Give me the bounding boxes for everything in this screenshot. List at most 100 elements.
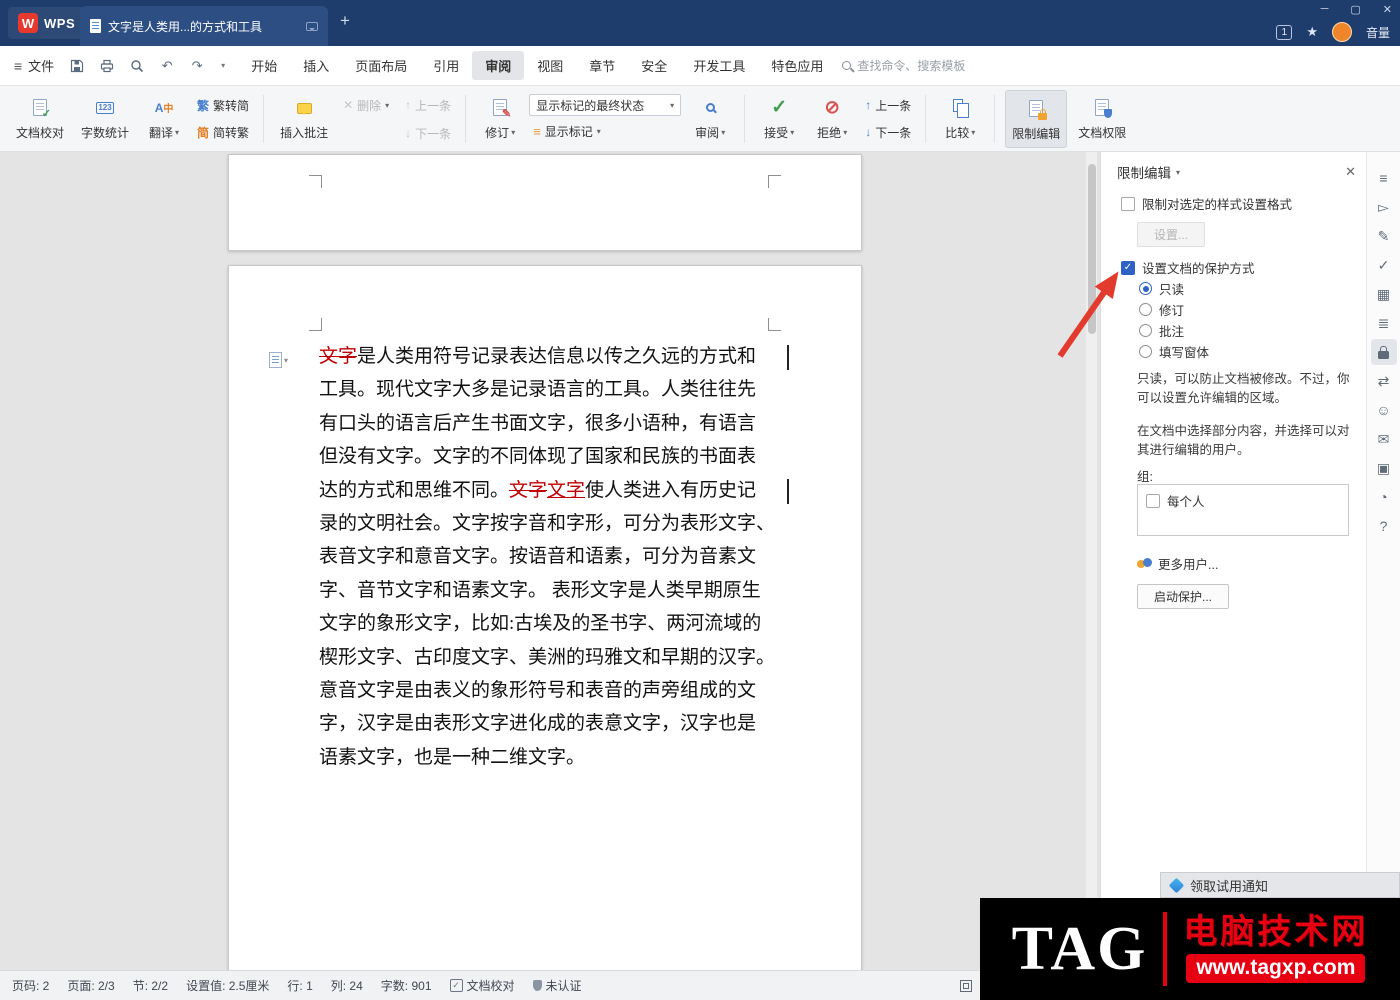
protect-checkbox-row[interactable]: ✓ 设置文档的保护方式 (1121, 258, 1255, 277)
sync-arrows-icon[interactable]: ⇄ (1371, 368, 1397, 394)
status-page-number[interactable]: 页码: 2 (12, 977, 49, 994)
protect-mode-revision[interactable]: 修订 (1139, 299, 1209, 320)
radio-readonly[interactable] (1139, 282, 1152, 295)
wps-logo[interactable]: W WPS (8, 7, 86, 39)
everyone-checkbox[interactable] (1146, 493, 1160, 508)
print-preview-icon[interactable] (128, 57, 146, 75)
radio-fill-form[interactable] (1139, 345, 1152, 358)
markup-state-select[interactable]: 显示标记的最终状态 ▾ (529, 94, 682, 116)
status-column[interactable]: 列: 24 (331, 977, 363, 994)
restrict-format-checkbox-row[interactable]: 限制对选定的样式设置格式 (1121, 194, 1292, 213)
menu-tab-page-layout[interactable]: 页面布局 (342, 51, 420, 80)
menu-tab-insert[interactable]: 插入 (290, 51, 342, 80)
save-icon[interactable] (68, 57, 86, 75)
minimize-icon[interactable]: ─ (1321, 3, 1329, 16)
search-input[interactable] (857, 58, 988, 73)
next-change-button[interactable]: ↓ 下一条 (861, 121, 915, 144)
select-cursor-icon[interactable]: ▻ (1371, 194, 1397, 220)
trad-to-simp-button[interactable]: 繁繁转简 (193, 94, 253, 117)
status-word-count[interactable]: 字数: 901 (381, 977, 432, 994)
delete-comment-button[interactable]: ✕ 删除 ▾ (339, 94, 393, 117)
file-menu-button[interactable]: ≡ 文件 (0, 46, 68, 85)
restrict-editing-button[interactable]: 限制编辑 (1005, 89, 1068, 148)
star-icon[interactable]: ★ (1306, 24, 1318, 40)
accept-button[interactable]: ✓ 接受 ▾ (755, 90, 803, 148)
more-users-link[interactable]: 更多用户... (1137, 554, 1218, 573)
radio-comment[interactable] (1139, 324, 1152, 337)
protect-mode-readonly[interactable]: 只读 (1139, 278, 1209, 299)
track-changes-button[interactable]: ✎ 修订 ▾ (476, 90, 524, 148)
edit-pen-icon[interactable]: ✎ (1371, 223, 1397, 249)
restrict-format-checkbox[interactable] (1121, 196, 1135, 211)
close-icon[interactable]: ✕ (1383, 3, 1392, 16)
redo-icon[interactable]: ↷ (188, 57, 206, 75)
site-watermark: TAG 电脑技术网 www.tagxp.com (980, 898, 1400, 1000)
next-comment-button[interactable]: ↓ 下一条 (401, 122, 455, 145)
lock-protect-icon[interactable] (1370, 339, 1397, 365)
image-tool-icon[interactable]: ▣ (1371, 455, 1397, 481)
protect-mode-comment[interactable]: 批注 (1139, 320, 1209, 341)
menu-tab-section[interactable]: 章节 (576, 51, 628, 80)
review-button[interactable]: 审阅 ▾ (686, 90, 734, 148)
menu-tab-dev-tools[interactable]: 开发工具 (680, 51, 758, 80)
prev-comment-button[interactable]: ↑ 上一条 (401, 94, 455, 117)
proofread-icon[interactable]: ✓ (1371, 252, 1397, 278)
word-count-button[interactable]: 123 字数统计 (75, 90, 135, 148)
radio-revision[interactable] (1139, 303, 1152, 316)
paragraph-tool-icon[interactable]: ≣ (1371, 310, 1397, 336)
doc-count-badge[interactable]: 1 (1276, 24, 1293, 40)
track-changes-icon: ✎ (493, 95, 511, 121)
search-box[interactable] (842, 58, 988, 73)
mail-icon[interactable]: ✉ (1371, 426, 1397, 452)
status-page-count[interactable]: 页面: 2/3 (67, 977, 114, 994)
show-markup-button[interactable]: ≡ 显示标记 ▾ (529, 120, 681, 143)
user-avatar[interactable] (1331, 22, 1352, 42)
reject-button[interactable]: ⊘ 拒绝 ▾ (808, 90, 856, 148)
restore-icon[interactable]: ▢ (1350, 3, 1360, 16)
quickbar-caret-icon[interactable]: ▾ (218, 57, 228, 75)
print-icon[interactable] (98, 57, 116, 75)
revision-indicator-icon[interactable]: ▾ (269, 352, 288, 368)
help-circle-icon[interactable]: ? (1371, 513, 1397, 539)
menu-tab-security[interactable]: 安全 (628, 51, 680, 80)
menu-tab-view[interactable]: 视图 (524, 51, 576, 80)
accept-check-icon: ✓ (771, 97, 788, 118)
status-not-certified[interactable]: 未认证 (532, 977, 582, 994)
start-protection-button[interactable]: 启动保护... (1137, 584, 1230, 609)
new-tab-button[interactable]: + (340, 12, 350, 29)
table-tool-icon[interactable]: ▦ (1371, 281, 1397, 307)
undo-icon[interactable]: ↶ (158, 57, 176, 75)
format-settings-button[interactable]: 设置... (1137, 222, 1206, 247)
doc-proof-button[interactable]: ✓ 文档校对 (10, 90, 70, 148)
fullscreen-icon[interactable] (960, 980, 972, 992)
contacts-icon[interactable]: ☺ (1371, 397, 1397, 423)
document-text[interactable]: 文字是人类用符号记录表达信息以传之久远的方式和 工具。现代文字大多是记录语言的工具… (319, 340, 797, 774)
status-section[interactable]: 节: 2/2 (133, 977, 168, 994)
document-tab[interactable]: 文字是人类用...的方式和工具 (80, 6, 328, 46)
document-area[interactable]: ▾ 文字是人类用符号记录表达信息以传之久远的方式和 工具。现代文字大多是记录语言的… (0, 152, 1100, 970)
doc-permission-button[interactable]: 文档权限 (1072, 90, 1132, 148)
doc-line: 楔形文字、古印度文字、美洲的玛雅文和早期的汉字。 (319, 641, 797, 674)
insert-comment-button[interactable]: 插入批注 (274, 90, 334, 148)
compare-button[interactable]: 比较 ▾ (936, 90, 984, 148)
menu-tab-special-apps[interactable]: 特色应用 (758, 51, 836, 80)
everyone-checkbox-row[interactable]: 每个人 (1138, 485, 1348, 516)
wps-logo-text: WPS (44, 15, 76, 31)
doc-line: 有口头的语言后产生书面文字，很多小语种，有语言 (319, 407, 797, 440)
panel-close-icon[interactable]: ✕ (1345, 164, 1356, 180)
trial-notification[interactable]: 领取试用通知 (1160, 872, 1400, 898)
status-line[interactable]: 行: 1 (287, 977, 312, 994)
status-setting-value[interactable]: 设置值: 2.5厘米 (186, 977, 269, 994)
prev-change-button[interactable]: ↑ 上一条 (861, 94, 915, 117)
history-clock-icon[interactable]: ◔ (1371, 484, 1397, 510)
translate-button[interactable]: A中 翻译 ▾ (140, 90, 188, 148)
panel-menu-icon[interactable]: ≡ (1371, 165, 1397, 191)
chevron-down-icon[interactable]: ▾ (1176, 168, 1180, 177)
protect-mode-fill-form[interactable]: 填写窗体 (1139, 341, 1209, 362)
status-doc-proof[interactable]: ✓ 文档校对 (449, 977, 515, 994)
menu-tab-references[interactable]: 引用 (420, 51, 472, 80)
document-page[interactable]: ▾ 文字是人类用符号记录表达信息以传之久远的方式和 工具。现代文字大多是记录语言的… (228, 265, 862, 970)
simp-to-trad-button[interactable]: 简简转繁 (193, 121, 253, 144)
menu-tab-home[interactable]: 开始 (238, 51, 290, 80)
menu-tab-review[interactable]: 审阅 (472, 51, 525, 80)
